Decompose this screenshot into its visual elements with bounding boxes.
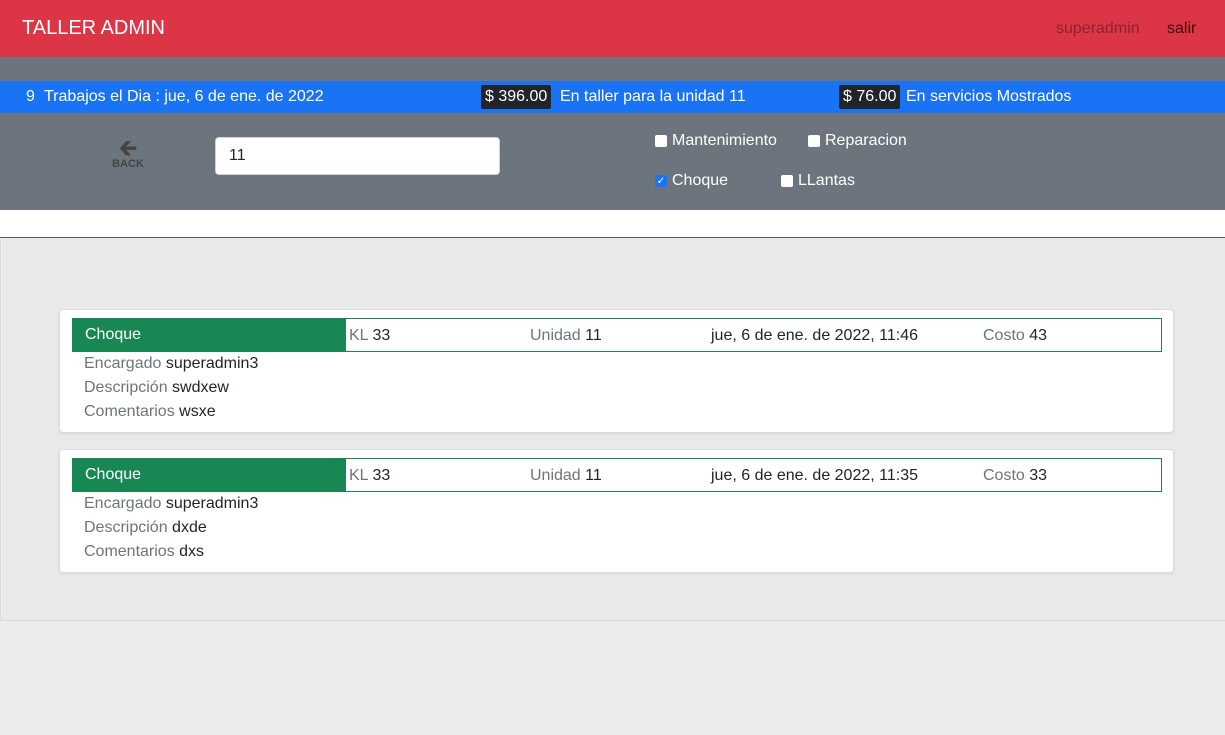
job-encargado: Encargado superadmin3: [84, 495, 258, 513]
job-type-badge: Choque: [73, 319, 346, 351]
job-comentarios: Comentarios dxs: [84, 543, 204, 561]
unidad-key: Unidad: [530, 327, 581, 344]
encargado-key: Encargado: [84, 495, 162, 512]
costo-key: Costo: [983, 467, 1025, 484]
job-costo: Costo 33: [983, 467, 1047, 485]
costo-key: Costo: [983, 327, 1025, 344]
back-button[interactable]: 🡰 BACK: [110, 135, 146, 171]
filter-mantenimiento-checkbox[interactable]: Mantenimiento: [655, 132, 777, 150]
filter-mantenimiento-label: Mantenimiento: [672, 132, 777, 149]
job-encargado: Encargado superadmin3: [84, 355, 258, 373]
comentarios-value: wsxe: [179, 403, 216, 420]
job-costo: Costo 43: [983, 327, 1047, 345]
logout-link[interactable]: salir: [1167, 20, 1196, 38]
descripcion-value: dxde: [172, 519, 207, 536]
servicios-amount-badge: $ 76.00: [839, 85, 901, 109]
costo-value: 43: [1029, 327, 1048, 344]
checkbox-checked-icon[interactable]: ✓: [655, 175, 667, 187]
filter-choque-label: Choque: [672, 172, 729, 189]
job-date: jue, 6 de ene. de 2022, 11:46: [711, 327, 918, 344]
taller-amount-label: En taller para la unidad 11: [560, 88, 746, 105]
job-type-badge: Choque: [73, 459, 346, 491]
filter-panel: 🡰 BACK Mantenimiento Reparacion ✓ Choque…: [0, 113, 1225, 210]
navbar-spacer: [0, 57, 1225, 81]
comentarios-key: Comentarios: [84, 403, 175, 420]
filter-reparacion-label: Reparacion: [825, 132, 907, 149]
unidad-value: 11: [585, 327, 602, 344]
taller-amount-badge: $ 396.00: [481, 85, 552, 109]
job-card[interactable]: Choque KL 33 Unidad 11 jue, 6 de ene. de…: [59, 309, 1174, 433]
unit-search-input[interactable]: [215, 137, 500, 175]
filter-llantas-checkbox[interactable]: LLantas: [781, 172, 855, 190]
job-kl: KL 33: [349, 467, 390, 485]
costo-value: 33: [1029, 467, 1048, 484]
jobs-list: Choque KL 33 Unidad 11 jue, 6 de ene. de…: [0, 239, 1225, 621]
back-label: BACK: [112, 158, 144, 170]
job-card[interactable]: Choque KL 33 Unidad 11 jue, 6 de ene. de…: [59, 449, 1174, 573]
jobs-count: 9: [26, 88, 35, 105]
kl-key: KL: [349, 467, 368, 484]
checkbox-unchecked-icon[interactable]: [655, 135, 667, 147]
kl-key: KL: [349, 327, 368, 344]
jobs-day-label: Trabajos el Dia : jue, 6 de ene. de 2022: [44, 88, 324, 105]
top-navbar: TALLER ADMIN superadmin salir: [0, 0, 1225, 57]
app-brand[interactable]: TALLER ADMIN: [22, 17, 165, 40]
user-link[interactable]: superadmin: [1056, 20, 1140, 38]
checkbox-unchecked-icon[interactable]: [781, 175, 793, 187]
job-unidad: Unidad 11: [530, 327, 602, 345]
job-date: jue, 6 de ene. de 2022, 11:35: [711, 467, 918, 484]
kl-value: 33: [372, 467, 391, 484]
job-kl: KL 33: [349, 327, 390, 345]
filter-choque-checkbox[interactable]: ✓ Choque: [655, 172, 728, 190]
encargado-value: superadmin3: [165, 355, 259, 372]
descripcion-key: Descripción: [84, 379, 168, 396]
comentarios-value: dxs: [179, 543, 205, 560]
job-descripcion: Descripción swdxew: [84, 379, 229, 397]
encargado-value: superadmin3: [165, 495, 259, 512]
job-comentarios: Comentarios wsxe: [84, 403, 216, 421]
job-unidad: Unidad 11: [530, 467, 602, 485]
filter-llantas-label: LLantas: [798, 172, 855, 189]
servicios-amount-label: En servicios Mostrados: [906, 88, 1072, 105]
descripcion-value: swdxew: [172, 379, 229, 396]
kl-value: 33: [372, 327, 391, 344]
divider-strip: [0, 210, 1225, 238]
back-arrow-icon: 🡰: [119, 135, 137, 160]
daily-summary-bar: 9 Trabajos el Dia : jue, 6 de ene. de 20…: [0, 81, 1225, 113]
encargado-key: Encargado: [84, 355, 162, 372]
unidad-value: 11: [585, 467, 602, 484]
descripcion-key: Descripción: [84, 519, 168, 536]
filter-reparacion-checkbox[interactable]: Reparacion: [808, 132, 907, 150]
comentarios-key: Comentarios: [84, 543, 175, 560]
job-card-header: Choque KL 33 Unidad 11 jue, 6 de ene. de…: [72, 458, 1162, 492]
job-card-header: Choque KL 33 Unidad 11 jue, 6 de ene. de…: [72, 318, 1162, 352]
unidad-key: Unidad: [530, 467, 581, 484]
checkbox-unchecked-icon[interactable]: [808, 135, 820, 147]
job-descripcion: Descripción dxde: [84, 519, 207, 537]
